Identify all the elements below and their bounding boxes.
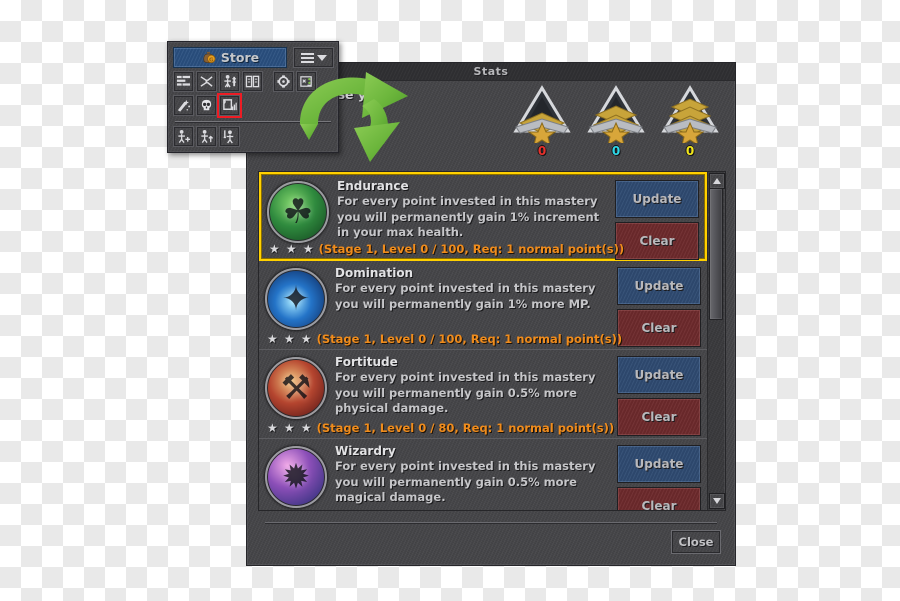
stats-chart-icon[interactable] [217, 93, 242, 118]
rank-badge-special-icon [587, 85, 645, 143]
update-button[interactable]: Update [615, 180, 699, 218]
mastery-stage-text: (Stage 1, Level 0 / 80, Req: 1 normal po… [316, 421, 615, 435]
toolbar-top-row: G Store [173, 47, 334, 68]
mastery-description: For every point invested in this mastery… [337, 194, 600, 239]
mastery-list-scroll-viewport[interactable]: ☘ Endurance For every point invested in … [259, 172, 707, 510]
footer-divider [265, 522, 717, 523]
store-button[interactable]: G Store [173, 47, 287, 68]
endurance-mastery-icon: ☘ [267, 181, 329, 243]
clear-button[interactable]: Clear [615, 222, 699, 260]
stats-window-title: Stats [473, 65, 509, 78]
rank-elite: 0 [656, 83, 724, 158]
mastery-name: Fortitude [335, 355, 398, 369]
clear-button[interactable]: Clear [617, 398, 701, 436]
settings-gear-icon[interactable] [273, 71, 294, 92]
rank-special-count: 0 [611, 144, 621, 158]
mastery-name: Endurance [337, 179, 409, 193]
wizardry-mastery-icon: ✹ [265, 446, 327, 508]
summon-ally-icon[interactable] [173, 126, 194, 147]
toolbar-divider [175, 121, 331, 122]
rank-badge-normal-icon [513, 85, 571, 143]
mastery-row-domination[interactable]: ✦ Domination For every point invested in… [259, 261, 707, 350]
close-button[interactable]: Close [671, 530, 721, 554]
mastery-list: ☘ Endurance For every point invested in … [258, 171, 726, 511]
rank-elite-count: 0 [685, 144, 695, 158]
mastery-row-wizardry[interactable]: ✹ Wizardry For every point invested in t… [259, 439, 707, 510]
bestiary-skull-icon[interactable] [196, 95, 217, 116]
scroll-up-triangle-up-icon[interactable] [709, 173, 725, 189]
star-rating-icon: ★ ★ ★ [267, 332, 313, 346]
toolbar-icon-row-1 [173, 71, 333, 92]
mastery-stage-info: ★ ★ ★ (Stage 1, Level 0 / 80, Req: 1 nor… [267, 421, 614, 435]
mastery-row-fortitude[interactable]: ⚒ Fortitude For every point invested in … [259, 350, 707, 439]
domination-mastery-icon: ✦ [265, 268, 327, 330]
mastery-stage-info: ★ ★ ★ (Stage 1, Level 0 / 100, Req: 1 no… [267, 332, 622, 346]
toolbar-icon-row-2 [173, 93, 333, 118]
update-button[interactable]: Update [617, 356, 701, 394]
rank-special: 0 [582, 83, 650, 158]
mastery-list-scrollbar[interactable] [707, 172, 725, 510]
star-rating-icon: ★ ★ ★ [267, 421, 313, 435]
mastery-name: Wizardry [335, 444, 396, 458]
toolbar-icon-row-3 [173, 126, 333, 147]
star-rating-icon: ★ ★ ★ [269, 242, 315, 256]
money-bag-icon: G [203, 51, 216, 63]
skill-tree-icon[interactable] [196, 71, 217, 92]
store-button-label: Store [220, 50, 260, 65]
rank-badge-row: 0 0 0 [505, 83, 727, 163]
update-button[interactable]: Update [617, 445, 701, 483]
toolbar-window: G Store [167, 41, 339, 153]
update-button[interactable]: Update [617, 267, 701, 305]
mastery-description: For every point invested in this mastery… [335, 459, 596, 504]
equip-weapon-icon[interactable] [219, 126, 240, 147]
hamburger-menu-icon [300, 52, 314, 63]
rank-badge-elite-icon [661, 85, 719, 143]
mastery-stage-text: (Stage 1, Level 0 / 100, Req: 1 normal p… [318, 242, 625, 256]
mastery-description: For every point invested in this mastery… [335, 370, 596, 415]
mastery-stage-info: ★ ★ ★ (Stage 1, Level 0 / 100, Req: 1 no… [269, 242, 624, 256]
revive-ally-icon[interactable] [196, 126, 217, 147]
clear-button[interactable]: Clear [617, 309, 701, 347]
character-stats-icon[interactable] [219, 71, 240, 92]
spellbook-icon[interactable] [242, 71, 263, 92]
menu-button[interactable] [293, 47, 334, 68]
mastery-row-endurance[interactable]: ☘ Endurance For every point invested in … [259, 172, 707, 261]
rank-normal-count: 0 [537, 144, 547, 158]
mastery-stage-text: (Stage 1, Level 0 / 100, Req: 1 normal p… [316, 332, 623, 346]
rank-normal: 0 [508, 83, 576, 158]
crafting-wand-icon[interactable] [173, 95, 194, 116]
scrollbar-track[interactable] [709, 188, 723, 494]
fortitude-mastery-icon: ⚒ [265, 357, 327, 419]
mastery-name: Domination [335, 266, 414, 280]
keybindings-icon[interactable] [296, 71, 317, 92]
chevron-down-icon [316, 54, 327, 61]
svg-text:G: G [209, 57, 214, 63]
clear-button[interactable]: Clear [617, 487, 701, 510]
mastery-description: For every point invested in this mastery… [335, 281, 596, 311]
scroll-down-triangle-down-icon[interactable] [709, 493, 725, 509]
scrollbar-thumb[interactable] [709, 188, 723, 320]
quest-log-icon[interactable] [173, 71, 194, 92]
